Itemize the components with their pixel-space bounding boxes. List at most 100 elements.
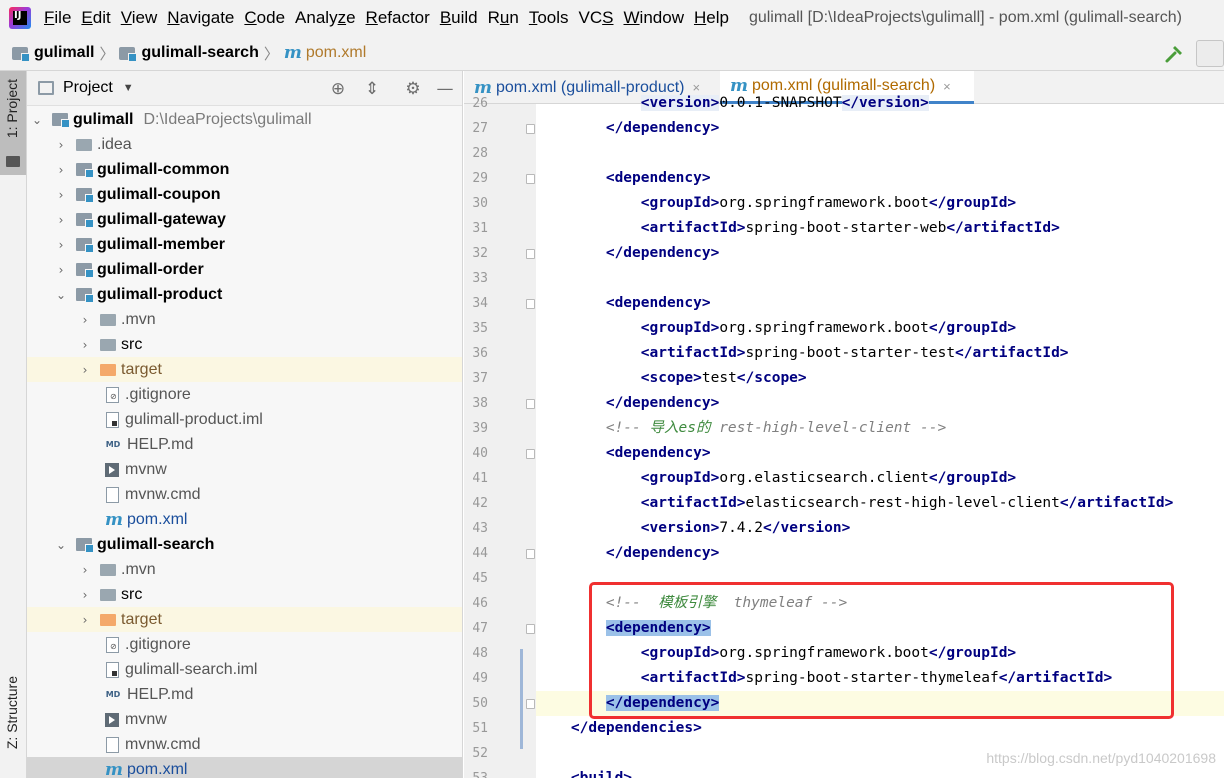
- chevron-right-icon[interactable]: ›: [55, 138, 67, 152]
- tree-row-product-gitignore[interactable]: .gitignore: [27, 382, 462, 407]
- chevron-right-icon[interactable]: ›: [79, 588, 91, 602]
- code-line[interactable]: </dependencies>: [536, 716, 702, 741]
- breadcrumb-file[interactable]: m pom.xml: [284, 43, 366, 63]
- code-line[interactable]: </dependency>: [536, 116, 720, 141]
- chevron-down-icon[interactable]: ▼: [123, 82, 134, 94]
- tree-row-product-target[interactable]: › target: [27, 357, 462, 382]
- tree-row-gulimall-order[interactable]: › gulimall-order: [27, 257, 462, 282]
- tree-row-gulimall[interactable]: ⌄ gulimall D:\IdeaProjects\gulimall: [27, 107, 462, 132]
- tree-row-product-mvnw[interactable]: mvnw: [27, 457, 462, 482]
- collapse-all-icon[interactable]: ⇕: [363, 80, 381, 98]
- code-line[interactable]: <dependency>: [536, 291, 711, 316]
- menu-item[interactable]: VCS: [579, 8, 622, 28]
- code-line[interactable]: <scope>test</scope>: [536, 366, 807, 391]
- code-line[interactable]: <groupId>org.springframework.boot</group…: [536, 191, 1016, 216]
- code-line[interactable]: <groupId>org.springframework.boot</group…: [536, 316, 1016, 341]
- tree-row-search-gitignore[interactable]: .gitignore: [27, 632, 462, 657]
- code-line[interactable]: [536, 741, 571, 766]
- code-line[interactable]: <dependency>: [536, 166, 711, 191]
- code-line[interactable]: [536, 566, 571, 591]
- tree-row-search-help[interactable]: MD HELP.md: [27, 682, 462, 707]
- fold-marker-icon[interactable]: [526, 699, 535, 709]
- chevron-right-icon[interactable]: ›: [55, 238, 67, 252]
- close-icon[interactable]: ×: [943, 79, 951, 94]
- menu-item[interactable]: File: [44, 8, 79, 28]
- code-line[interactable]: </dependency>: [536, 391, 720, 416]
- chevron-right-icon[interactable]: ›: [55, 188, 67, 202]
- breadcrumb-project[interactable]: gulimall: [12, 44, 94, 62]
- tree-row-search-mvn[interactable]: › .mvn: [27, 557, 462, 582]
- structure-tool-button[interactable]: Z: Structure: [4, 676, 20, 749]
- menu-item[interactable]: Edit: [81, 8, 118, 28]
- tree-row-gulimall-gateway[interactable]: › gulimall-gateway: [27, 207, 462, 232]
- tree-row-search-pom[interactable]: m pom.xml: [27, 757, 462, 778]
- tree-row-product-src[interactable]: › src: [27, 332, 462, 357]
- tree-row-gulimall-coupon[interactable]: › gulimall-coupon: [27, 182, 462, 207]
- chevron-right-icon[interactable]: ›: [79, 563, 91, 577]
- code-line[interactable]: <artifactId>elasticsearch-rest-high-leve…: [536, 491, 1174, 516]
- fold-marker-icon[interactable]: [526, 249, 535, 259]
- menu-item[interactable]: Help: [694, 8, 737, 28]
- code-line[interactable]: <artifactId>spring-boot-starter-web</art…: [536, 216, 1060, 241]
- chevron-right-icon[interactable]: ›: [79, 613, 91, 627]
- menu-item[interactable]: Tools: [529, 8, 577, 28]
- code-line[interactable]: [536, 266, 571, 291]
- menu-item[interactable]: Run: [488, 8, 527, 28]
- locate-file-icon[interactable]: ⊕: [329, 80, 347, 98]
- tree-row-product-help[interactable]: MD HELP.md: [27, 432, 462, 457]
- fold-marker-icon[interactable]: [526, 549, 535, 559]
- tree-row-gulimall-member[interactable]: › gulimall-member: [27, 232, 462, 257]
- tree-row-product-mvnw-cmd[interactable]: mvnw.cmd: [27, 482, 462, 507]
- menu-item[interactable]: Window: [624, 8, 692, 28]
- menu-item[interactable]: Code: [244, 8, 293, 28]
- chevron-down-icon[interactable]: ⌄: [31, 113, 43, 127]
- chevron-down-icon[interactable]: ⌄: [55, 538, 67, 552]
- tree-row-gulimall-common[interactable]: › gulimall-common: [27, 157, 462, 182]
- code-line[interactable]: </dependency>: [536, 241, 720, 266]
- chevron-down-icon[interactable]: ⌄: [55, 288, 67, 302]
- chevron-right-icon[interactable]: ›: [55, 213, 67, 227]
- fold-marker-icon[interactable]: [526, 399, 535, 409]
- menu-item[interactable]: Navigate: [167, 8, 242, 28]
- code-line[interactable]: <artifactId>spring-boot-starter-test</ar…: [536, 341, 1069, 366]
- chevron-right-icon[interactable]: ›: [55, 163, 67, 177]
- run-configuration-button[interactable]: [1196, 40, 1224, 67]
- menu-item[interactable]: Refactor: [366, 8, 438, 28]
- chevron-right-icon[interactable]: ›: [55, 263, 67, 277]
- tree-row-product-mvn[interactable]: › .mvn: [27, 307, 462, 332]
- tree-row-search-iml[interactable]: gulimall-search.iml: [27, 657, 462, 682]
- tree-row-search-mvnw[interactable]: mvnw: [27, 707, 462, 732]
- code-line[interactable]: <version>7.4.2</version>: [536, 516, 851, 541]
- build-hammer-icon[interactable]: [1164, 44, 1184, 64]
- fold-marker-icon[interactable]: [526, 174, 535, 184]
- gear-icon[interactable]: ⚙: [404, 80, 422, 98]
- project-tool-button[interactable]: 1: Project: [0, 71, 26, 175]
- code-line[interactable]: <version>0.0.1-SNAPSHOT</version>: [536, 91, 929, 116]
- menu-item[interactable]: Build: [440, 8, 486, 28]
- chevron-right-icon[interactable]: ›: [79, 313, 91, 327]
- tree-row-product-pom[interactable]: m pom.xml: [27, 507, 462, 532]
- code-line[interactable]: [536, 141, 571, 166]
- chevron-right-icon[interactable]: ›: [79, 338, 91, 352]
- tree-row-gulimall-search[interactable]: ⌄ gulimall-search: [27, 532, 462, 557]
- fold-marker-icon[interactable]: [526, 124, 535, 134]
- code-line[interactable]: </dependency>: [536, 541, 720, 566]
- menu-item[interactable]: View: [121, 8, 166, 28]
- line-number-gutter[interactable]: 26 27 28 29 30 31 32 33 34 35 36 37 38 39 40 41 42 43 44 45…: [464, 96, 536, 778]
- tree-row-idea[interactable]: › .idea: [27, 132, 462, 157]
- tree-row-search-target[interactable]: › target: [27, 607, 462, 632]
- fold-marker-icon[interactable]: [526, 449, 535, 459]
- chevron-right-icon[interactable]: ›: [79, 363, 91, 377]
- tree-row-search-mvnw-cmd[interactable]: mvnw.cmd: [27, 732, 462, 757]
- code-line[interactable]: <build>: [536, 766, 632, 778]
- code-line[interactable]: <groupId>org.elasticsearch.client</group…: [536, 466, 1016, 491]
- menu-item[interactable]: Analyze: [295, 8, 364, 28]
- vcs-change-marker[interactable]: [520, 649, 523, 749]
- hide-panel-icon[interactable]: —: [436, 80, 454, 98]
- project-panel-title[interactable]: Project: [63, 79, 113, 97]
- tree-row-product-iml[interactable]: gulimall-product.iml: [27, 407, 462, 432]
- tree-row-search-src[interactable]: › src: [27, 582, 462, 607]
- breadcrumb-module[interactable]: gulimall-search: [119, 44, 259, 62]
- fold-marker-icon[interactable]: [526, 624, 535, 634]
- code-line[interactable]: <!-- 导入es的 rest-high-level-client -->: [536, 416, 946, 441]
